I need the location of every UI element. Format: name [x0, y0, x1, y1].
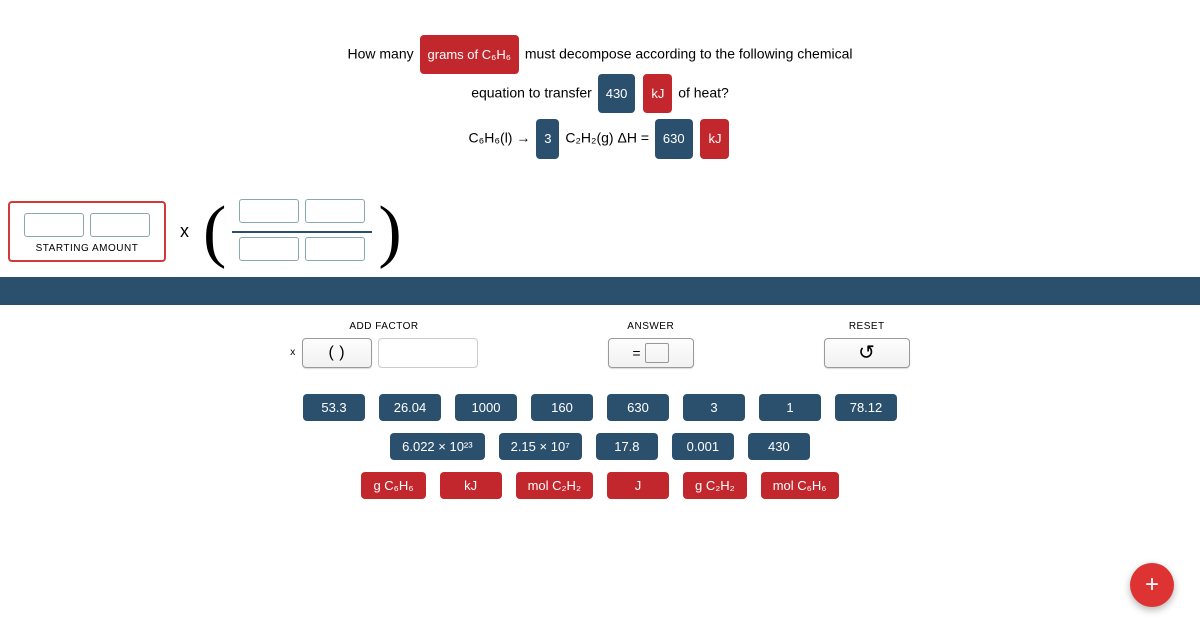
equation-lhs: C₆H₆(l) → — [469, 130, 531, 146]
tile-unit[interactable]: mol C₂H₂ — [516, 472, 593, 499]
tile-number[interactable]: 3 — [683, 394, 745, 421]
chip-grams-c6h6[interactable]: grams of C₆H₆ — [420, 35, 519, 74]
answer-button[interactable]: = — [608, 338, 694, 368]
add-factor-times: x — [290, 347, 296, 358]
chip-kj[interactable]: kJ — [643, 74, 672, 113]
tile-number[interactable]: 430 — [748, 433, 810, 460]
reset-label: RESET — [824, 321, 910, 332]
add-factor-control: ADD FACTOR x ( ) — [290, 321, 478, 368]
tile-number[interactable]: 26.04 — [379, 394, 441, 421]
equals-icon: = — [632, 345, 641, 361]
q-text: must decompose according to the followin… — [525, 45, 853, 61]
add-factor-label: ADD FACTOR — [290, 321, 478, 332]
add-factor-button[interactable]: ( ) — [302, 338, 372, 368]
tile-number[interactable]: 0.001 — [672, 433, 734, 460]
numerator-unit-slot[interactable] — [305, 199, 365, 223]
chip-kj-2[interactable]: kJ — [700, 119, 729, 158]
tile-row-units: g C₆H₆ kJ mol C₂H₂ J g C₂H₂ mol C₆H₆ — [361, 472, 838, 499]
q-text: of heat? — [678, 84, 729, 100]
tile-unit[interactable]: g C₆H₆ — [361, 472, 425, 499]
close-paren-icon: ) — [378, 204, 401, 260]
starting-amount-box[interactable]: STARTING AMOUNT — [8, 201, 166, 262]
tile-row-numbers-2: 6.022 × 10²³ 2.15 × 10⁷ 17.8 0.001 430 — [390, 433, 810, 460]
answer-slot — [645, 343, 669, 363]
tile-number[interactable]: 6.022 × 10²³ — [390, 433, 484, 460]
answer-label: ANSWER — [608, 321, 694, 332]
chip-630[interactable]: 630 — [655, 119, 693, 158]
tile-number[interactable]: 630 — [607, 394, 669, 421]
tile-area: 53.3 26.04 1000 160 630 3 1 78.12 6.022 … — [0, 394, 1200, 499]
tile-unit[interactable]: mol C₆H₆ — [761, 472, 839, 499]
chip-430[interactable]: 430 — [598, 74, 636, 113]
start-unit-slot[interactable] — [90, 213, 150, 237]
multiply-symbol: x — [180, 221, 189, 242]
tile-unit[interactable]: J — [607, 472, 669, 499]
tile-number[interactable]: 1 — [759, 394, 821, 421]
tile-number[interactable]: 17.8 — [596, 433, 658, 460]
controls-row: ADD FACTOR x ( ) ANSWER = RESET ↺ — [0, 321, 1200, 368]
tile-number[interactable]: 2.15 × 10⁷ — [499, 433, 582, 460]
fraction-bar — [232, 231, 372, 233]
work-area: STARTING AMOUNT x ( ) — [0, 199, 1200, 265]
factor-group: ( ) — [203, 199, 402, 265]
tile-unit[interactable]: kJ — [440, 472, 502, 499]
plus-icon: + — [1145, 571, 1159, 599]
numerator-value-slot[interactable] — [239, 199, 299, 223]
add-factor-preview — [378, 338, 478, 368]
question-text: How many grams of C₆H₆ must decompose ac… — [0, 0, 1200, 169]
divider-band — [0, 277, 1200, 305]
tile-number[interactable]: 53.3 — [303, 394, 365, 421]
answer-control: ANSWER = — [608, 321, 694, 368]
denominator-unit-slot[interactable] — [305, 237, 365, 261]
tile-unit[interactable]: g C₂H₂ — [683, 472, 747, 499]
start-value-slot[interactable] — [24, 213, 84, 237]
q-text: equation to transfer — [471, 84, 592, 100]
open-paren-icon: ( — [203, 204, 226, 260]
denominator-value-slot[interactable] — [239, 237, 299, 261]
equation-mid: C₂H₂(g) ΔH = — [565, 130, 649, 146]
tile-row-numbers-1: 53.3 26.04 1000 160 630 3 1 78.12 — [303, 394, 897, 421]
reset-button[interactable]: ↺ — [824, 338, 910, 368]
chip-3[interactable]: 3 — [536, 119, 559, 158]
reset-control: RESET ↺ — [824, 321, 910, 368]
tile-number[interactable]: 1000 — [455, 394, 517, 421]
tile-number[interactable]: 78.12 — [835, 394, 897, 421]
add-fab-button[interactable]: + — [1130, 563, 1174, 607]
undo-icon: ↺ — [858, 343, 875, 363]
starting-amount-label: STARTING AMOUNT — [24, 243, 150, 254]
tile-number[interactable]: 160 — [531, 394, 593, 421]
q-text: How many — [348, 45, 414, 61]
